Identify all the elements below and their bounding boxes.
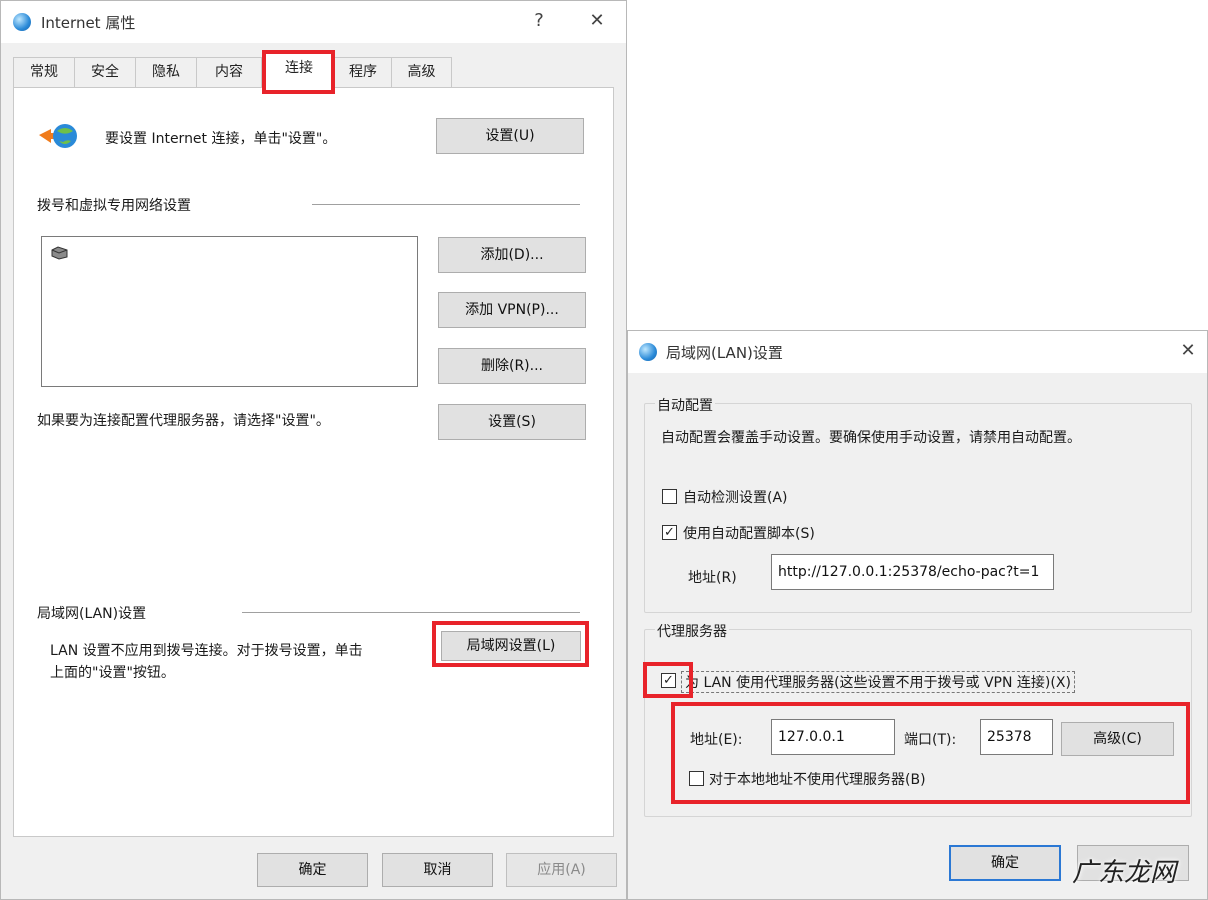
proxy-port-input[interactable]: 25378 bbox=[980, 719, 1053, 755]
internet-properties-window: Internet 属性 ? ✕ 常规 安全 隐私 内容 连接 程序 高级 要设置… bbox=[0, 0, 627, 900]
lan-settings-button[interactable]: 局域网设置(L) bbox=[441, 631, 581, 661]
lan-settings-dialog: 局域网(LAN)设置 ✕ 自动配置 自动配置会覆盖手动设置。要确保使用手动设置，… bbox=[627, 330, 1208, 900]
remove-button[interactable]: 删除(R)... bbox=[438, 348, 586, 384]
tab-security[interactable]: 安全 bbox=[74, 57, 136, 87]
setup-instruction: 要设置 Internet 连接，单击"设置"。 bbox=[105, 131, 337, 147]
lan-dialog-close-button[interactable]: ✕ bbox=[1176, 339, 1200, 363]
lan-dialog-title: 局域网(LAN)设置 bbox=[666, 344, 783, 362]
help-button[interactable]: ? bbox=[527, 9, 551, 33]
use-proxy-label[interactable]: 为 LAN 使用代理服务器(这些设置不用于拨号或 VPN 连接)(X) bbox=[681, 671, 1075, 693]
dialup-settings-button[interactable]: 设置(S) bbox=[438, 404, 586, 440]
proxy-hint: 如果要为连接配置代理服务器，请选择"设置"。 bbox=[37, 413, 330, 429]
lan-description-line1: LAN 设置不应用到拨号连接。对于拨号设置，单击 bbox=[50, 643, 363, 659]
connect-wizard-icon bbox=[37, 121, 79, 153]
apply-button[interactable]: 应用(A) bbox=[506, 853, 617, 887]
auto-config-heading: 自动配置 bbox=[655, 395, 715, 415]
lan-dialog-icon bbox=[639, 343, 657, 361]
tab-general[interactable]: 常规 bbox=[13, 57, 75, 87]
proxy-port-label: 端口(T): bbox=[904, 732, 957, 748]
tab-connections[interactable]: 连接 bbox=[263, 53, 335, 89]
script-address-label: 地址(R) bbox=[688, 570, 737, 586]
proxy-heading: 代理服务器 bbox=[655, 621, 729, 641]
watermark-text: 广东龙网 bbox=[1072, 858, 1177, 888]
cancel-button[interactable]: 取消 bbox=[382, 853, 493, 887]
tab-privacy[interactable]: 隐私 bbox=[135, 57, 197, 87]
add-vpn-button[interactable]: 添加 VPN(P)... bbox=[438, 292, 586, 328]
auto-config-description: 自动配置会覆盖手动设置。要确保使用手动设置，请禁用自动配置。 bbox=[661, 430, 1081, 446]
lan-dialog-title-bar: 局域网(LAN)设置 ✕ bbox=[628, 331, 1207, 373]
setup-button[interactable]: 设置(U) bbox=[436, 118, 584, 154]
dialup-heading: 拨号和虚拟专用网络设置 bbox=[37, 198, 191, 214]
tab-advanced[interactable]: 高级 bbox=[391, 57, 452, 87]
ok-button[interactable]: 确定 bbox=[257, 853, 368, 887]
close-button[interactable]: ✕ bbox=[585, 9, 609, 33]
bypass-local-label[interactable]: 对于本地地址不使用代理服务器(B) bbox=[709, 769, 926, 789]
lan-divider bbox=[242, 612, 580, 613]
tab-programs[interactable]: 程序 bbox=[334, 57, 392, 87]
lan-description-line2: 上面的"设置"按钮。 bbox=[50, 665, 175, 681]
auto-detect-checkbox[interactable] bbox=[662, 489, 677, 504]
proxy-address-label: 地址(E): bbox=[690, 732, 743, 748]
auto-detect-label[interactable]: 自动检测设置(A) bbox=[683, 487, 788, 507]
connection-entry-icon[interactable] bbox=[50, 245, 70, 261]
internet-options-icon bbox=[13, 13, 31, 31]
add-button[interactable]: 添加(D)... bbox=[438, 237, 586, 273]
connections-list[interactable] bbox=[41, 236, 418, 387]
tab-content[interactable]: 内容 bbox=[196, 57, 262, 87]
lan-ok-button[interactable]: 确定 bbox=[949, 845, 1061, 881]
bypass-local-checkbox[interactable] bbox=[689, 771, 704, 786]
title-bar: Internet 属性 ? ✕ bbox=[1, 1, 626, 43]
use-proxy-checkbox[interactable]: ✓ bbox=[661, 673, 676, 688]
proxy-address-input[interactable]: 127.0.0.1 bbox=[771, 719, 895, 755]
script-address-input[interactable]: http://127.0.0.1:25378/echo-pac?t=1 bbox=[771, 554, 1054, 590]
use-script-label[interactable]: 使用自动配置脚本(S) bbox=[683, 523, 815, 543]
use-script-checkbox[interactable]: ✓ bbox=[662, 525, 677, 540]
window-title: Internet 属性 bbox=[41, 14, 136, 32]
proxy-advanced-button[interactable]: 高级(C) bbox=[1061, 722, 1174, 756]
dialup-divider bbox=[312, 204, 580, 205]
lan-heading: 局域网(LAN)设置 bbox=[37, 606, 147, 622]
